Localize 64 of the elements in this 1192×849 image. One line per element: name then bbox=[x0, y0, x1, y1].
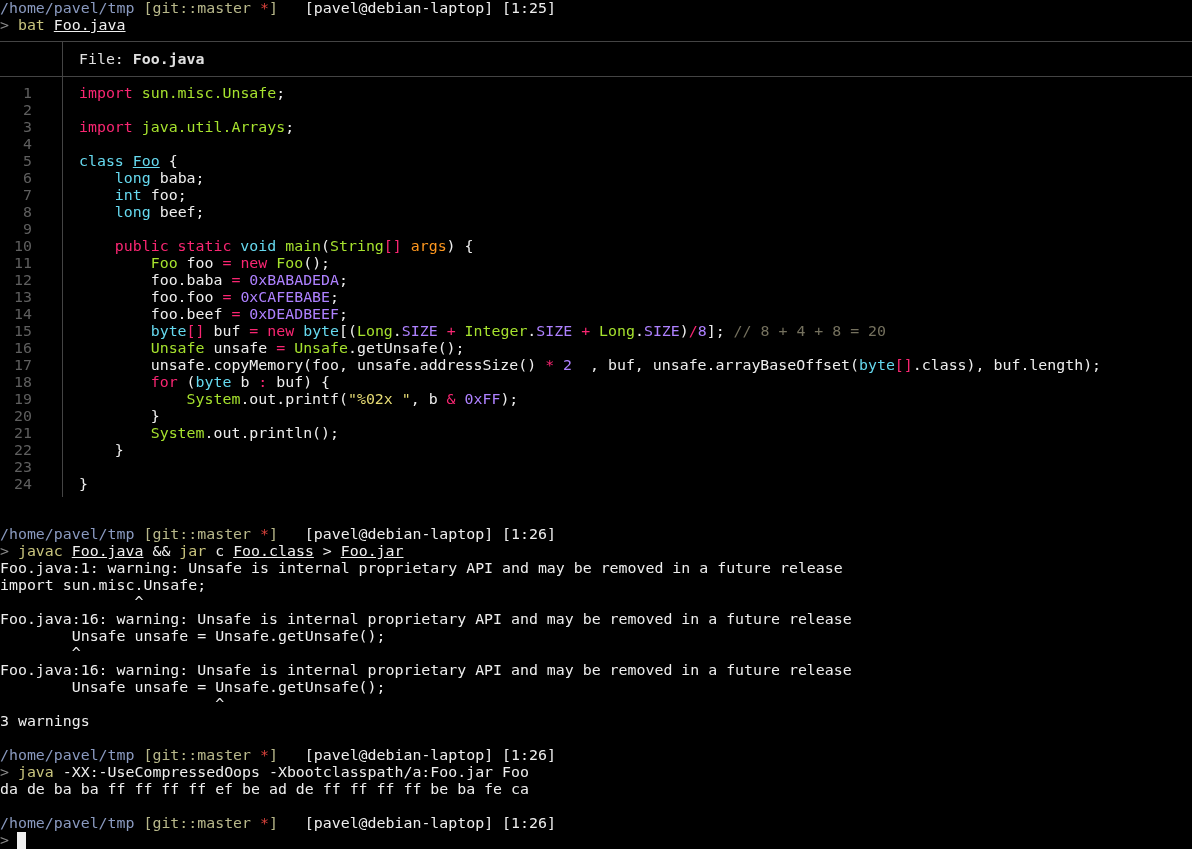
code-line: } bbox=[113, 442, 124, 459]
line-number: 10 bbox=[14, 238, 32, 255]
code-line: System.out.printf("%02x ", b & 0xFF); bbox=[185, 391, 519, 408]
code-line: byte[] buf = new byte[(Long.SIZE + Integer.SIZE + Long.SIZE)/8]; // 8 + 4 + 8 = 20 bbox=[149, 323, 887, 340]
code-line: } bbox=[79, 476, 88, 493]
code-line: for (byte b : buf) { bbox=[149, 374, 331, 391]
terminal-line: ^ bbox=[133, 594, 144, 611]
terminal-line: /home/pavel/tmp [git::master *] [pavel@debian-laptop] [1:25] bbox=[0, 0, 556, 17]
code-line: class Foo { bbox=[79, 153, 178, 170]
code-line: public static void main(String[] args) { bbox=[113, 238, 474, 255]
terminal-line: /home/pavel/tmp [git::master *] [pavel@debian-laptop] [1:26] bbox=[0, 747, 556, 764]
line-number: 18 bbox=[14, 374, 32, 391]
code-line: Foo foo = new Foo(); bbox=[149, 255, 331, 272]
terminal-line: /home/pavel/tmp [git::master *] [pavel@debian-laptop] [1:26] bbox=[0, 526, 556, 543]
line-number: 1 bbox=[23, 85, 32, 102]
code-line: foo.beef = 0xDEADBEEF; bbox=[149, 306, 348, 323]
terminal-line: ^ bbox=[70, 645, 81, 662]
terminal-line: > javac Foo.java && jar c Foo.class > Foo.jar bbox=[0, 543, 404, 560]
code-line: long beef; bbox=[113, 204, 205, 221]
line-number: 15 bbox=[14, 323, 32, 340]
line-number: 23 bbox=[14, 459, 32, 476]
terminal-line: Foo.java:16: warning: Unsafe is internal proprietary API and may be removed in a future release bbox=[0, 611, 852, 628]
line-number: 12 bbox=[14, 272, 32, 289]
terminal-line: Unsafe unsafe = Unsafe.getUnsafe(); bbox=[70, 628, 386, 645]
terminal-line: > bbox=[0, 832, 9, 849]
line-number: 9 bbox=[23, 221, 32, 238]
line-number: 22 bbox=[14, 442, 32, 459]
line-number: 11 bbox=[14, 255, 32, 272]
code-line: long baba; bbox=[113, 170, 205, 187]
terminal-line: Foo.java:1: warning: Unsafe is internal proprietary API and may be removed in a future release bbox=[0, 560, 843, 577]
line-number: 24 bbox=[14, 476, 32, 493]
code-line: import java.util.Arrays; bbox=[79, 119, 295, 136]
code-line: int foo; bbox=[113, 187, 187, 204]
line-number: 17 bbox=[14, 357, 32, 374]
line-number: 14 bbox=[14, 306, 32, 323]
line-number: 7 bbox=[23, 187, 32, 204]
line-number: 4 bbox=[23, 136, 32, 153]
code-line: } bbox=[149, 408, 160, 425]
code-line: import sun.misc.Unsafe; bbox=[79, 85, 286, 102]
terminal-line: Foo.java:16: warning: Unsafe is internal proprietary API and may be removed in a future release bbox=[0, 662, 852, 679]
terminal-line: import sun.misc.Unsafe; bbox=[0, 577, 207, 594]
line-number: 20 bbox=[14, 408, 32, 425]
line-number: 13 bbox=[14, 289, 32, 306]
file-header: File: Foo.java bbox=[79, 50, 205, 68]
line-number: 8 bbox=[23, 204, 32, 221]
terminal-line: ^ bbox=[214, 696, 225, 713]
line-number: 6 bbox=[23, 170, 32, 187]
code-line: foo.baba = 0xBABADEDA; bbox=[149, 272, 348, 289]
terminal-line: 3 warnings bbox=[0, 713, 90, 730]
code-line: unsafe.copyMemory(foo, unsafe.addressSize() * 2 , buf, unsafe.arrayBaseOffset(byte[].class), buf.length); bbox=[149, 357, 1102, 374]
terminal-line: > java -XX:-UseCompressedOops -Xbootclasspath/a:Foo.jar Foo bbox=[0, 764, 529, 781]
line-number: 19 bbox=[14, 391, 32, 408]
code-line: System.out.println(); bbox=[149, 425, 339, 442]
line-number: 16 bbox=[14, 340, 32, 357]
line-number: 21 bbox=[14, 425, 32, 442]
terminal-line: Unsafe unsafe = Unsafe.getUnsafe(); bbox=[70, 679, 386, 696]
line-number: 2 bbox=[23, 102, 32, 119]
line-number: 3 bbox=[23, 119, 32, 136]
terminal-line: > bat Foo.java bbox=[0, 17, 126, 34]
code-line: Unsafe unsafe = Unsafe.getUnsafe(); bbox=[149, 340, 465, 357]
line-number: 5 bbox=[23, 153, 32, 170]
terminal-line: /home/pavel/tmp [git::master *] [pavel@debian-laptop] [1:26] bbox=[0, 815, 556, 832]
terminal-line: da de ba ba ff ff ff ff ef be ad de ff ff ff ff be ba fe ca bbox=[0, 781, 529, 798]
code-line: foo.foo = 0xCAFEBABE; bbox=[149, 289, 339, 306]
